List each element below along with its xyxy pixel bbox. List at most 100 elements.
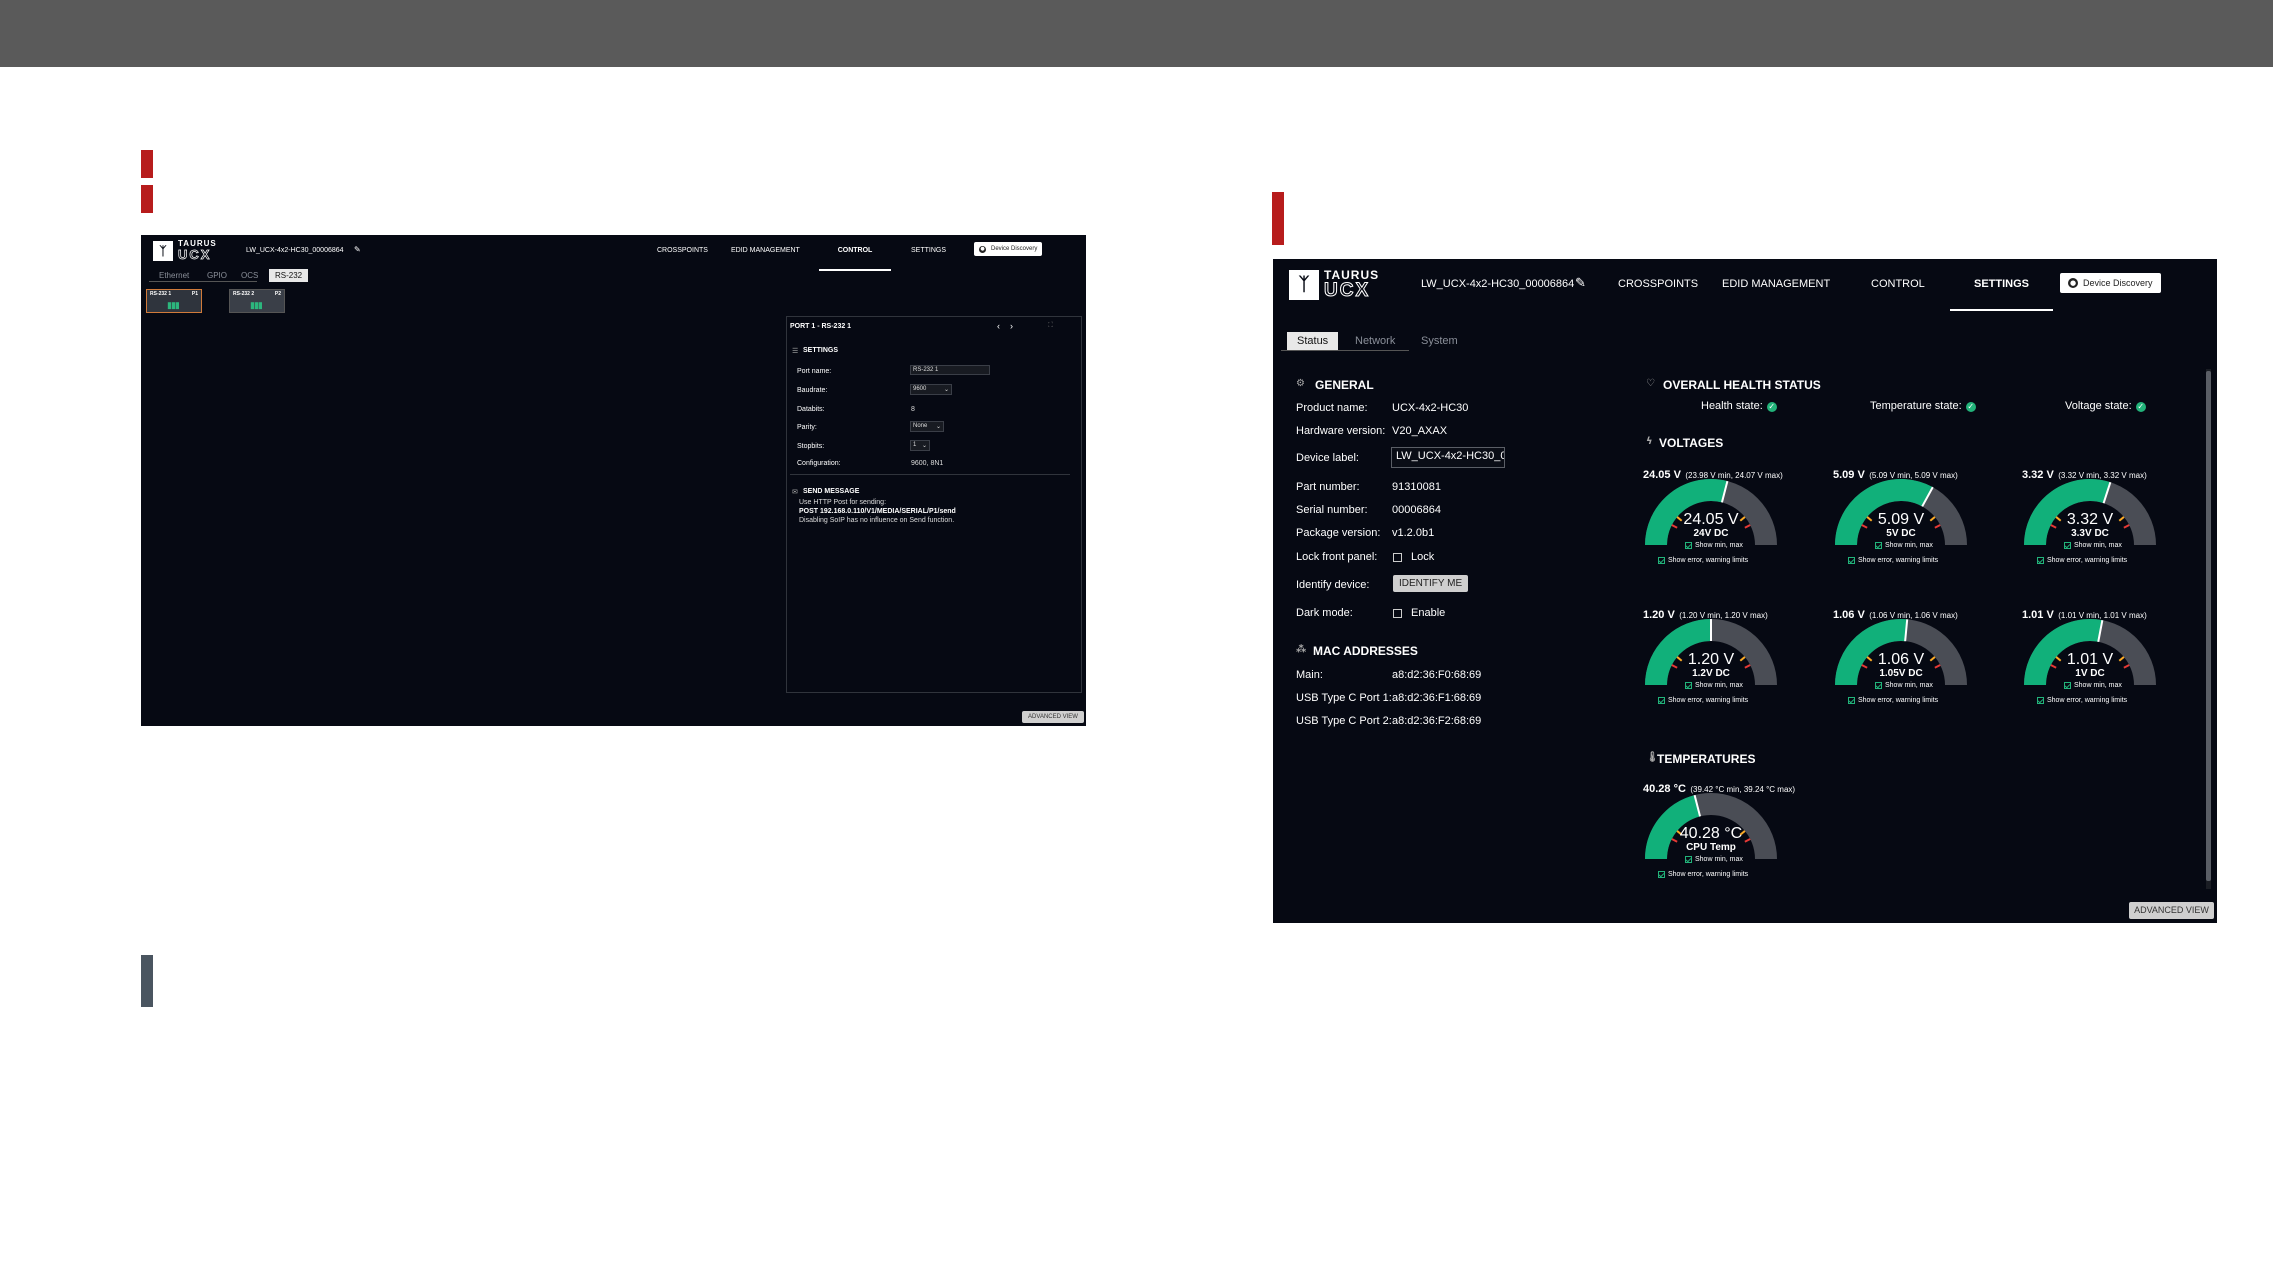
hardware-version-value: V20_AXAX	[1392, 425, 1448, 437]
show-limits-checkbox[interactable]: Show error, warning limits	[1658, 557, 1748, 564]
dark-mode-checkbox[interactable]	[1393, 609, 1402, 618]
lock-checkbox[interactable]	[1393, 553, 1402, 562]
checkbox-checked-icon[interactable]	[2037, 557, 2044, 564]
show-limits-checkbox[interactable]: Show error, warning limits	[2037, 697, 2127, 704]
info-key: Dark mode:	[1296, 607, 1353, 619]
show-min-max-checkbox[interactable]: Show min, max	[1685, 856, 1743, 863]
show-min-max-checkbox-label: Show min, max	[1695, 682, 1743, 689]
device-discovery-button[interactable]: ● Device Discovery	[974, 242, 1043, 256]
show-min-max-checkbox[interactable]: Show min, max	[2064, 682, 2122, 689]
gauge-center-value: 5.09 V	[1877, 511, 1925, 528]
settings-icon: ☰	[792, 348, 799, 355]
network-icon: ⁂	[1296, 644, 1307, 655]
parity-select[interactable]: None ⌄	[910, 421, 944, 432]
edit-pencil-icon[interactable]: ✎	[1575, 275, 1586, 291]
nav-control[interactable]: CONTROL	[819, 247, 891, 271]
checkbox-checked-icon[interactable]	[1875, 542, 1882, 549]
checkbox-checked-icon[interactable]	[2037, 697, 2044, 704]
prev-port-icon[interactable]: ‹	[997, 321, 1000, 331]
nav-edid-management[interactable]: EDID MANAGEMENT	[731, 247, 800, 254]
checkbox-checked-icon[interactable]	[1848, 557, 1855, 564]
advanced-view-button[interactable]: ADVANCED VIEW	[1022, 711, 1084, 723]
port-card-rs232-2[interactable]: RS-232 2 P2 ▮▮▮	[229, 289, 285, 313]
voltage-state-label: Voltage state:	[2065, 400, 2132, 412]
checkbox-checked-icon[interactable]	[1875, 682, 1882, 689]
voltages-section-title: VOLTAGES	[1659, 436, 1724, 450]
tab-status[interactable]: Status	[1287, 332, 1339, 350]
checkbox-checked-icon[interactable]	[1848, 697, 1855, 704]
baudrate-select[interactable]: 9600 ⌄	[910, 384, 952, 395]
checkbox-checked-icon[interactable]	[1658, 871, 1665, 878]
scrollbar-thumb[interactable]	[2206, 371, 2211, 881]
edit-pencil-icon[interactable]: ✎	[354, 245, 361, 254]
check-circle-icon: ✓	[2135, 402, 2146, 412]
baudrate-value: 9600	[913, 386, 927, 392]
checkbox-checked-icon[interactable]	[1685, 542, 1692, 549]
checkbox-checked-icon[interactable]	[1685, 682, 1692, 689]
checkbox-checked-icon[interactable]	[1658, 697, 1665, 704]
tab-rs232[interactable]: RS-232	[269, 269, 309, 282]
info-key: Device label:	[1296, 452, 1359, 464]
show-limits-checkbox[interactable]: Show error, warning limits	[1658, 697, 1748, 704]
show-limits-checkbox[interactable]: Show error, warning limits	[1848, 557, 1938, 564]
checkbox-checked-icon[interactable]	[1658, 557, 1665, 564]
show-min-max-checkbox-label: Show min, max	[2074, 682, 2122, 689]
mac-main-value: a8:d2:36:F0:68:69	[1392, 669, 1482, 681]
info-key: Part number:	[1296, 481, 1360, 493]
tab-ocs[interactable]: OCS	[241, 271, 258, 280]
identify-me-button[interactable]: IDENTIFY ME	[1393, 575, 1469, 592]
setting-key: Baudrate:	[797, 387, 828, 394]
tab-system[interactable]: System	[1421, 335, 1458, 347]
check-circle-icon: ✓	[1766, 402, 1777, 412]
health-state: Health state: ✓	[1701, 400, 1777, 412]
nav-settings[interactable]: SETTINGS	[911, 247, 946, 254]
advanced-view-button[interactable]: ADVANCED VIEW	[2129, 902, 2214, 919]
send-hint: Use HTTP Post for sending:	[799, 499, 887, 506]
port-tag: P2	[274, 291, 281, 297]
show-limits-checkbox[interactable]: Show error, warning limits	[2037, 557, 2127, 564]
checkbox-checked-icon[interactable]	[1685, 856, 1692, 863]
show-min-max-checkbox[interactable]: Show min, max	[1875, 682, 1933, 689]
show-min-max-checkbox[interactable]: Show min, max	[2064, 542, 2122, 549]
show-limits-checkbox[interactable]: Show error, warning limits	[1848, 697, 1938, 704]
nav-crosspoints[interactable]: CROSSPOINTS	[1618, 278, 1698, 290]
show-min-max-checkbox-label: Show min, max	[2074, 542, 2122, 549]
nav-settings[interactable]: SETTINGS	[1950, 278, 2053, 311]
checkbox-checked-icon[interactable]	[2064, 542, 2071, 549]
next-port-icon[interactable]: ›	[1010, 321, 1013, 331]
heart-icon: ♡	[1646, 378, 1655, 389]
port-name-input[interactable]: RS-232 1	[910, 365, 990, 375]
gear-icon: ⚙	[1296, 378, 1305, 389]
port-label: RS-232 1	[150, 291, 172, 297]
info-key: Product name:	[1296, 402, 1368, 414]
port-card-rs232-1[interactable]: RS-232 1 P1 ▮▮▮	[146, 289, 202, 313]
settings-section-title: SETTINGS	[803, 347, 839, 354]
gauge-center-value: 1.01 V	[2066, 651, 2114, 668]
nav-edid-management[interactable]: EDID MANAGEMENT	[1722, 278, 1830, 290]
mac-section-title: MAC ADDRESSES	[1313, 644, 1418, 658]
tab-network[interactable]: Network	[1355, 335, 1395, 347]
tab-gpio[interactable]: GPIO	[207, 271, 227, 280]
info-key: Hardware version:	[1296, 425, 1386, 437]
tab-ethernet[interactable]: Ethernet	[159, 271, 189, 280]
expand-icon[interactable]: ⛶	[1048, 322, 1053, 330]
device-discovery-button[interactable]: ● Device Discovery	[2060, 273, 2161, 293]
temperatures-section-title: TEMPERATURES	[1657, 752, 1756, 766]
show-limits-checkbox[interactable]: Show error, warning limits	[1658, 871, 1748, 878]
device-label-input[interactable]: LW_UCX-4x2-HC30_0	[1391, 447, 1505, 468]
show-min-max-checkbox-label: Show min, max	[1885, 542, 1933, 549]
gauge-label: 3.3V DC	[2071, 528, 2109, 539]
checkbox-checked-icon[interactable]	[2064, 682, 2071, 689]
show-limits-checkbox-label: Show error, warning limits	[2047, 697, 2128, 704]
info-key: Serial number:	[1296, 504, 1368, 516]
parity-value: None	[913, 423, 928, 429]
taurus-logo: ᛉ TAURUS UCX	[1289, 269, 1379, 301]
show-min-max-checkbox[interactable]: Show min, max	[1875, 542, 1933, 549]
serial-number-value: 00006864	[1392, 504, 1441, 516]
gauge-label: 1V DC	[2075, 668, 2105, 679]
nav-control[interactable]: CONTROL	[1871, 278, 1925, 290]
stopbits-select[interactable]: 1 ⌄	[910, 440, 930, 451]
show-min-max-checkbox[interactable]: Show min, max	[1685, 542, 1743, 549]
show-min-max-checkbox[interactable]: Show min, max	[1685, 682, 1743, 689]
nav-crosspoints[interactable]: CROSSPOINTS	[657, 247, 708, 254]
